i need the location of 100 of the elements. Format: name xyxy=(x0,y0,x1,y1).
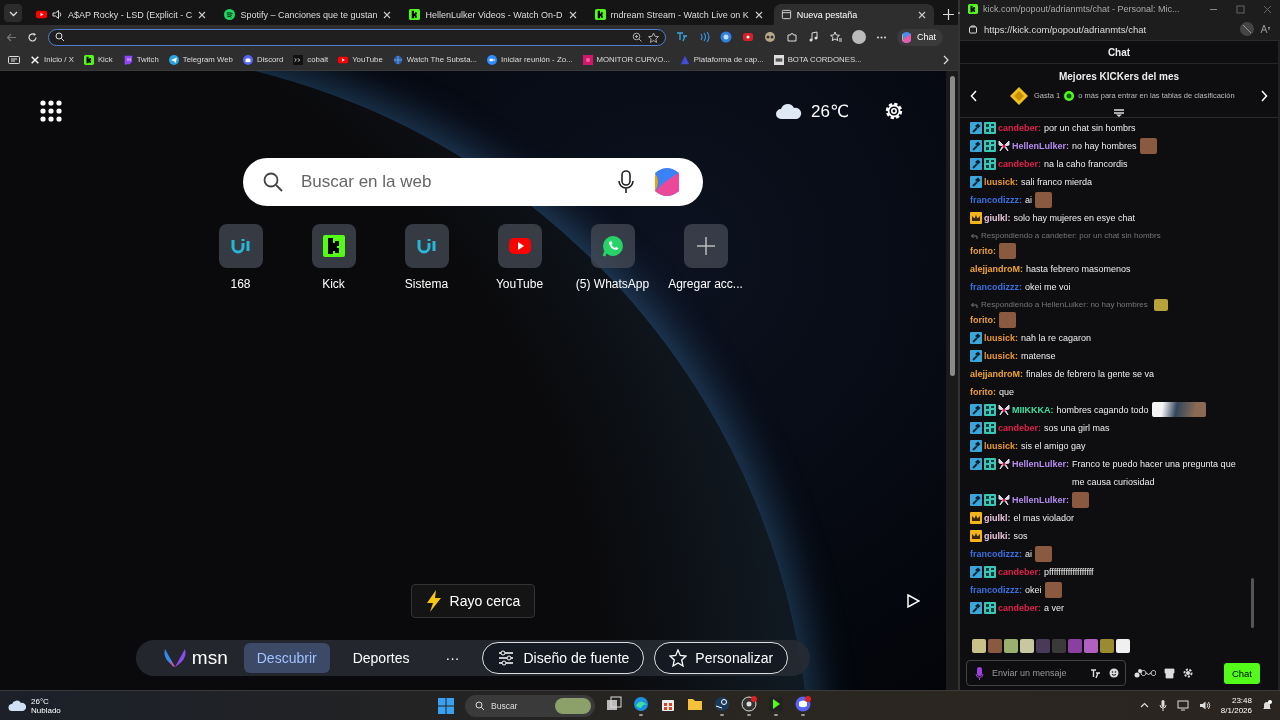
browser-tab[interactable]: Spotify – Canciones que te gustan xyxy=(217,4,400,25)
close-icon[interactable] xyxy=(916,9,927,20)
scrollbar-thumb[interactable] xyxy=(1251,578,1254,628)
username[interactable]: francodizzz: xyxy=(970,278,1022,296)
clock-time[interactable]: 23:48 xyxy=(1231,695,1252,706)
shortcut-link[interactable]: (5) WhatsApp xyxy=(566,224,659,291)
username[interactable]: francodizzz: xyxy=(970,191,1022,209)
new-tab-icon[interactable] xyxy=(942,9,954,20)
shortcut-link[interactable]: 168 xyxy=(194,224,287,291)
smiley-icon[interactable] xyxy=(1109,668,1119,678)
steam-logo-icon[interactable] xyxy=(714,695,730,712)
username[interactable]: candeber: xyxy=(998,155,1041,173)
profile-avatar[interactable] xyxy=(852,30,866,44)
username[interactable]: luusick: xyxy=(984,347,1018,365)
translate-icon[interactable] xyxy=(676,31,688,43)
puzzle-icon[interactable] xyxy=(786,31,798,43)
username[interactable]: HellenLulker: xyxy=(1012,491,1069,509)
star-icon[interactable] xyxy=(648,31,659,43)
notification-bell-icon[interactable] xyxy=(1262,700,1272,711)
feed-tab[interactable]: Descubrir xyxy=(243,643,330,673)
page-info-icon[interactable] xyxy=(968,24,978,34)
browser-tab[interactable]: Nueva pestaña xyxy=(773,4,934,25)
back-arrow-icon[interactable] xyxy=(6,31,17,43)
play-square-icon[interactable] xyxy=(768,695,784,712)
username[interactable]: forito: xyxy=(970,311,996,329)
search-field[interactable]: Buscar en la web xyxy=(243,158,703,206)
feed-button[interactable]: Personalizar xyxy=(654,642,789,674)
browser-tab[interactable]: A$AP Rocky - LSD (Explicit - C xyxy=(29,4,215,25)
tracking-off-icon[interactable] xyxy=(1240,22,1254,36)
username[interactable]: HellenLulker: xyxy=(1012,455,1069,473)
play-icon[interactable] xyxy=(906,594,920,608)
owl-icon[interactable] xyxy=(764,31,776,43)
shortcut-link[interactable]: Kick xyxy=(287,224,380,291)
zoom-icon[interactable] xyxy=(632,32,642,42)
chevron-up-icon[interactable] xyxy=(1139,701,1149,710)
username[interactable]: francodizzz: xyxy=(970,545,1022,563)
username[interactable]: candeber: xyxy=(998,599,1041,617)
settings-icon[interactable] xyxy=(883,100,905,122)
circle-icon[interactable] xyxy=(720,31,732,43)
collapse-handle-icon[interactable] xyxy=(1113,109,1125,117)
browser-tab[interactable]: HellenLulker Videos - Watch On-D xyxy=(402,4,585,25)
speaker-icon[interactable] xyxy=(1198,700,1211,711)
butterfly-badge-icon xyxy=(998,140,1010,152)
message-input[interactable]: Enviar un mensaje xyxy=(992,668,1082,678)
username[interactable]: giulki: xyxy=(984,527,1011,545)
username[interactable]: luusick: xyxy=(984,329,1018,347)
username[interactable]: candeber: xyxy=(998,563,1041,581)
tab-list-button[interactable] xyxy=(4,4,22,22)
nearby-button[interactable]: Rayo cerca xyxy=(410,584,536,618)
username[interactable]: giulkl: xyxy=(984,209,1011,227)
microphone-icon[interactable] xyxy=(617,170,635,194)
emote-menu-icon[interactable] xyxy=(1090,667,1101,679)
shortcut-link[interactable]: Agregar acc... xyxy=(659,224,752,291)
apps-grid-icon[interactable] xyxy=(40,100,62,122)
username[interactable]: candeber: xyxy=(998,419,1041,437)
wave-browser-icon[interactable] xyxy=(633,695,649,712)
send-button[interactable]: Chat xyxy=(1223,662,1260,684)
chevron-left-icon[interactable] xyxy=(970,90,978,102)
close-icon[interactable] xyxy=(567,9,578,20)
start-logo-icon[interactable] xyxy=(438,697,454,714)
chevron-right-icon[interactable] xyxy=(942,54,950,65)
feed-button[interactable]: Diseño de fuente xyxy=(482,642,645,674)
search-input[interactable]: Buscar en la web xyxy=(299,171,601,193)
search-field[interactable]: Buscar xyxy=(465,694,595,717)
microphone-icon[interactable] xyxy=(1158,700,1167,711)
shortcut-link[interactable]: Sistema xyxy=(380,224,473,291)
address-field[interactable] xyxy=(48,28,666,46)
reload-icon[interactable] xyxy=(27,31,38,43)
settings-icon[interactable] xyxy=(1183,668,1193,678)
network-icon[interactable] xyxy=(1176,700,1189,711)
clock-date[interactable]: 8/1/2026 xyxy=(1220,705,1252,716)
record-icon[interactable] xyxy=(742,31,754,43)
username[interactable]: luusick: xyxy=(984,173,1018,191)
more-button[interactable]: ··· xyxy=(432,643,473,673)
shortcut-link[interactable]: YouTube xyxy=(473,224,566,291)
username[interactable]: francodizzz: xyxy=(970,581,1022,599)
chat-button[interactable]: Chat xyxy=(897,28,943,46)
close-icon[interactable] xyxy=(197,9,208,20)
read-aloud-icon[interactable] xyxy=(1260,24,1272,34)
message-field[interactable]: Enviar un mensaje xyxy=(966,660,1126,686)
feed-tab[interactable]: Deportes xyxy=(339,643,423,673)
points-icon[interactable] xyxy=(1134,668,1156,678)
username[interactable]: giulkl: xyxy=(984,509,1011,527)
signal-waves-icon[interactable] xyxy=(698,31,710,43)
reading-list-icon[interactable] xyxy=(8,54,20,65)
username[interactable]: HellenLulker: xyxy=(1012,137,1069,155)
close-icon[interactable] xyxy=(753,9,764,20)
username[interactable]: candeber: xyxy=(998,119,1041,137)
windows-stack-icon[interactable] xyxy=(606,695,622,712)
username[interactable]: alejjandroM: xyxy=(970,365,1023,383)
username[interactable]: MIIKKKA: xyxy=(1012,401,1054,419)
record-disc-icon[interactable] xyxy=(741,695,757,712)
music-note-icon[interactable] xyxy=(808,31,820,43)
username[interactable]: forito: xyxy=(970,242,996,260)
username[interactable]: alejjandroM: xyxy=(970,260,1023,278)
username[interactable]: luusick: xyxy=(984,437,1018,455)
browser-tab[interactable]: rndream Stream - Watch Live on K xyxy=(587,4,771,25)
favorites-icon[interactable] xyxy=(830,31,842,43)
scrollbar-thumb[interactable] xyxy=(949,76,955,376)
username[interactable]: forito: xyxy=(970,383,996,401)
